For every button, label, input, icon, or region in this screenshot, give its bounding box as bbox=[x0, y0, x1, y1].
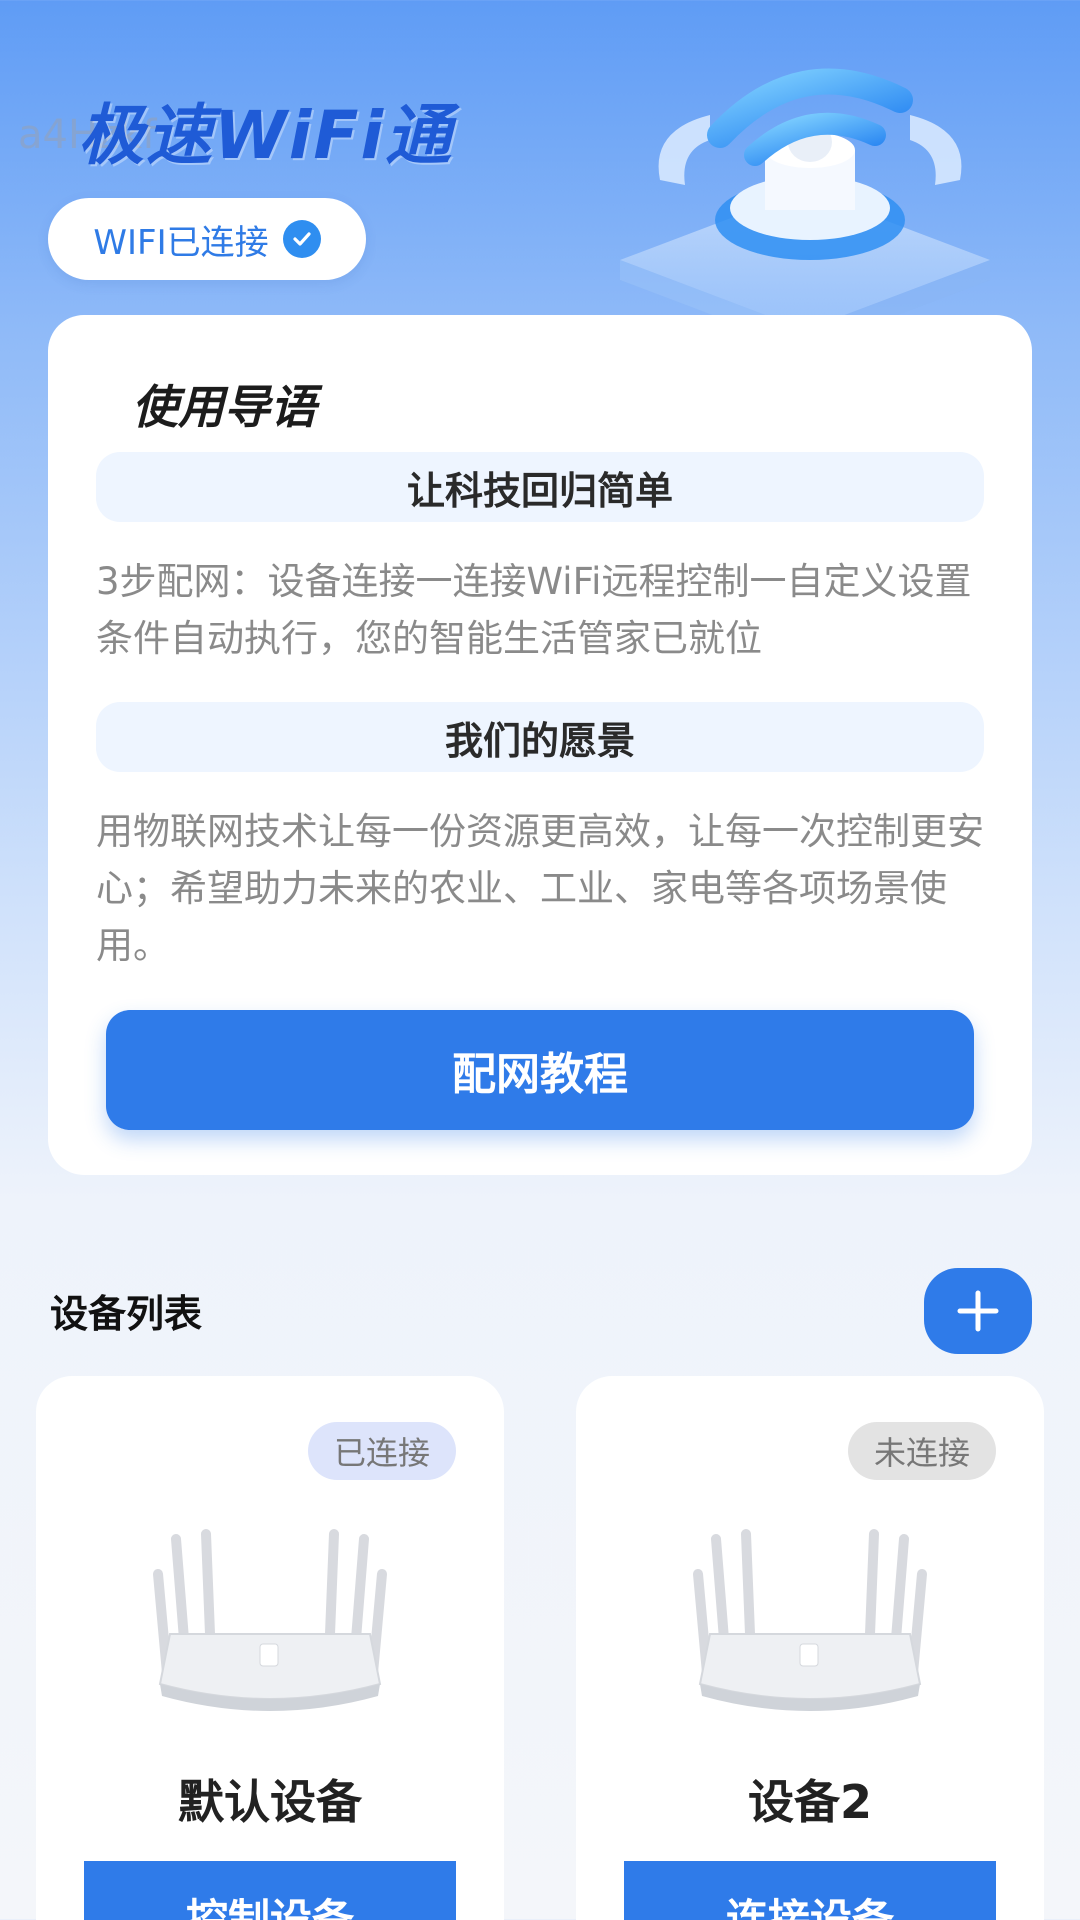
section-heading-simple: 让科技回归简单 bbox=[96, 452, 984, 522]
add-device-button[interactable] bbox=[924, 1268, 1032, 1354]
device-card[interactable]: 已连接 默认设备 控制设备 bbox=[36, 1376, 504, 1920]
device-name: 默认设备 bbox=[178, 1775, 362, 1829]
control-device-button[interactable]: 控制设备 bbox=[84, 1861, 456, 1920]
section-body-steps: 3步配网：设备连接一连接WiFi远程控制一自定义设置条件自动执行，您的智能生活管… bbox=[96, 560, 972, 660]
wifi-status-pill[interactable]: WIFI已连接 bbox=[48, 198, 366, 280]
device-card[interactable]: 未连接 设备2 连接设备 bbox=[576, 1376, 1044, 1920]
router-image bbox=[153, 1529, 387, 1711]
status-badge: 已连接 bbox=[307, 1422, 456, 1480]
section-heading-vision: 我们的愿景 bbox=[96, 702, 984, 772]
device-list-title: 设备列表 bbox=[50, 1292, 203, 1336]
router-image bbox=[693, 1529, 927, 1711]
plus-icon bbox=[957, 1290, 999, 1332]
app-title: 极速WiFi通 bbox=[78, 97, 454, 174]
section-body-vision: 用物联网技术让每一份资源更高效，让每一次控制更安心；希望助力未来的农业、工业、家… bbox=[96, 810, 984, 967]
check-circle-icon bbox=[282, 220, 321, 258]
network-tutorial-button[interactable]: 配网教程 bbox=[106, 1010, 974, 1130]
wifi-hero-illustration bbox=[620, 68, 990, 320]
wifi-status-label: WIFI已连接 bbox=[93, 222, 269, 263]
device-name: 设备2 bbox=[747, 1775, 872, 1829]
connect-device-button[interactable]: 连接设备 bbox=[624, 1861, 996, 1920]
guide-title: 使用导语 bbox=[132, 380, 316, 434]
status-badge: 未连接 bbox=[847, 1422, 996, 1480]
guide-card: 使用导语 让科技回归简单 3步配网：设备连接一连接WiFi远程控制一自定义设置条… bbox=[48, 315, 1032, 1175]
